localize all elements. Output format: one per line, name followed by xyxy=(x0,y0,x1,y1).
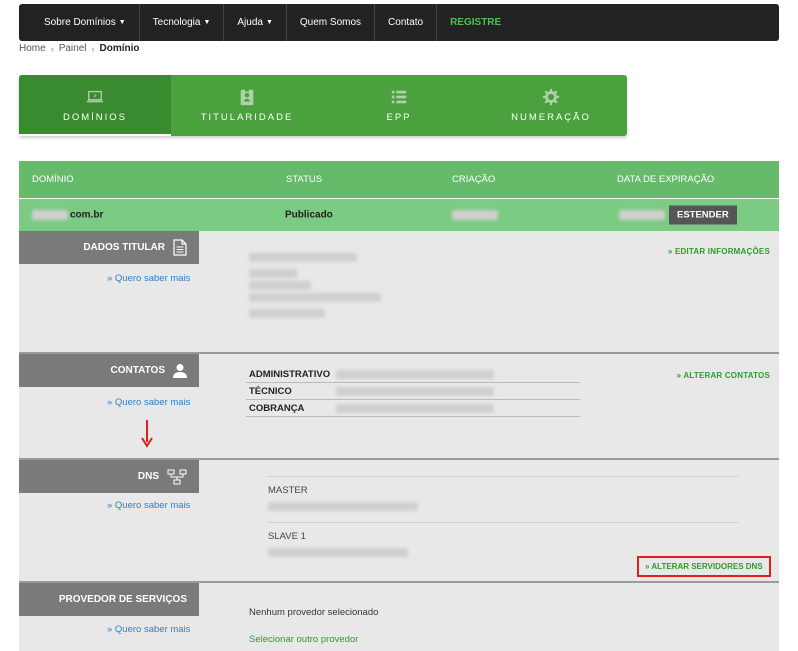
network-icon xyxy=(167,469,187,484)
section-contacts-label: CONTATOS xyxy=(19,354,199,387)
tab-titularidade[interactable]: TITULARIDADE xyxy=(171,75,323,136)
domain-status: Publicado xyxy=(285,209,333,221)
dns-master-label: MASTER xyxy=(268,485,308,496)
nav-sobre-dominios[interactable]: Sobre Domínios ▼ xyxy=(31,4,140,41)
redacted-contact xyxy=(336,403,494,413)
chevron-right-icon: › xyxy=(50,43,54,54)
main-tabs: DOMÍNIOS TITULARIDADE EPP NUMERAÇÃO xyxy=(19,75,627,136)
contact-row-tech: TÉCNICO xyxy=(246,383,580,400)
nav-registre[interactable]: REGISTRE xyxy=(437,4,514,41)
section-provider: PROVEDOR DE SERVIÇOS » Quero saber mais … xyxy=(19,583,779,651)
red-arrow-down-icon xyxy=(141,420,153,448)
tab-epp[interactable]: EPP xyxy=(323,75,475,136)
nav-ajuda[interactable]: Ajuda ▼ xyxy=(224,4,287,41)
redacted-contact xyxy=(336,369,494,379)
user-icon xyxy=(173,364,187,378)
chevron-down-icon: ▼ xyxy=(203,19,211,26)
redacted-titular-line xyxy=(249,309,325,318)
id-badge-icon xyxy=(240,88,254,106)
chevron-right-icon: › xyxy=(91,43,95,54)
dns-servers: MASTER SLAVE 1 xyxy=(268,476,738,560)
chevron-down-icon: ▼ xyxy=(118,19,126,26)
redacted-titular-line xyxy=(249,281,311,290)
contacts-table: ADMINISTRATIVO TÉCNICO COBRANÇA xyxy=(246,366,580,417)
header-domain: DOMÍNIO xyxy=(32,174,74,185)
breadcrumb-current: Domínio xyxy=(99,43,140,54)
nav-quem-somos[interactable]: Quem Somos xyxy=(287,4,376,41)
dns-learn-more-link[interactable]: » Quero saber mais xyxy=(107,500,190,511)
nav-contato[interactable]: Contato xyxy=(375,4,438,41)
domain-table-header: DOMÍNIO STATUS CRIAÇÃO DATA DE EXPIRAÇÃO xyxy=(19,161,779,198)
contact-row-admin: ADMINISTRATIVO xyxy=(246,366,580,383)
domain-suffix: com.br xyxy=(70,209,104,221)
redacted-dns-slave xyxy=(268,548,408,557)
edit-info-link[interactable]: » EDITAR INFORMAÇÕES xyxy=(668,247,770,256)
redacted-creation-date xyxy=(452,210,498,220)
top-nav: Sobre Domínios ▼ Tecnologia ▼ Ajuda ▼ Quem … xyxy=(19,4,779,41)
redacted-dns-master xyxy=(268,502,418,511)
no-provider-text: Nenhum provedor selecionado xyxy=(249,607,379,618)
redacted-titular-line xyxy=(249,269,297,278)
tab-numeracao[interactable]: NUMERAÇÃO xyxy=(475,75,627,136)
change-dns-servers-link[interactable]: » ALTERAR SERVIDORES DNS xyxy=(637,556,771,577)
breadcrumb: Home › Painel › Domínio xyxy=(19,43,140,54)
redacted-domain-name xyxy=(32,210,68,220)
section-titular-label: DADOS TITULAR xyxy=(19,231,199,264)
gear-icon xyxy=(542,88,560,106)
dns-slave-label: SLAVE 1 xyxy=(268,531,306,542)
contact-row-billing: COBRANÇA xyxy=(246,400,580,417)
header-status: STATUS xyxy=(286,174,323,185)
redacted-titular-line xyxy=(249,253,357,262)
section-contacts: CONTATOS » Quero saber mais » ALTERAR CO… xyxy=(19,354,779,458)
breadcrumb-home[interactable]: Home xyxy=(19,43,46,54)
contacts-learn-more-link[interactable]: » Quero saber mais xyxy=(107,397,190,408)
section-dns: DNS » Quero saber mais MASTER SLAVE 1 » … xyxy=(19,460,779,581)
section-provider-label: PROVEDOR DE SERVIÇOS xyxy=(19,583,199,616)
header-expires: DATA DE EXPIRAÇÃO xyxy=(617,174,715,185)
redacted-expiration-date xyxy=(619,210,665,220)
header-created: CRIAÇÃO xyxy=(452,174,496,185)
domain-row: com.br Publicado ESTENDER xyxy=(19,199,779,231)
change-contacts-link[interactable]: » ALTERAR CONTATOS xyxy=(677,371,770,380)
select-provider-link[interactable]: Selecionar outro provedor xyxy=(249,634,358,645)
redacted-titular-line xyxy=(249,293,381,302)
provider-learn-more-link[interactable]: » Quero saber mais xyxy=(107,624,190,635)
chevron-down-icon: ▼ xyxy=(265,19,273,26)
tab-dominios[interactable]: DOMÍNIOS xyxy=(19,75,171,136)
document-icon xyxy=(173,239,187,256)
redacted-contact xyxy=(336,386,494,396)
extend-button[interactable]: ESTENDER xyxy=(669,205,737,225)
nav-tecnologia[interactable]: Tecnologia ▼ xyxy=(140,4,225,41)
list-icon xyxy=(391,90,407,104)
breadcrumb-panel[interactable]: Painel xyxy=(59,43,87,54)
titular-learn-more-link[interactable]: » Quero saber mais xyxy=(107,273,190,284)
laptop-icon xyxy=(86,90,104,103)
section-dns-label: DNS xyxy=(19,460,199,493)
section-titular: DADOS TITULAR » Quero saber mais » EDITA… xyxy=(19,231,779,352)
